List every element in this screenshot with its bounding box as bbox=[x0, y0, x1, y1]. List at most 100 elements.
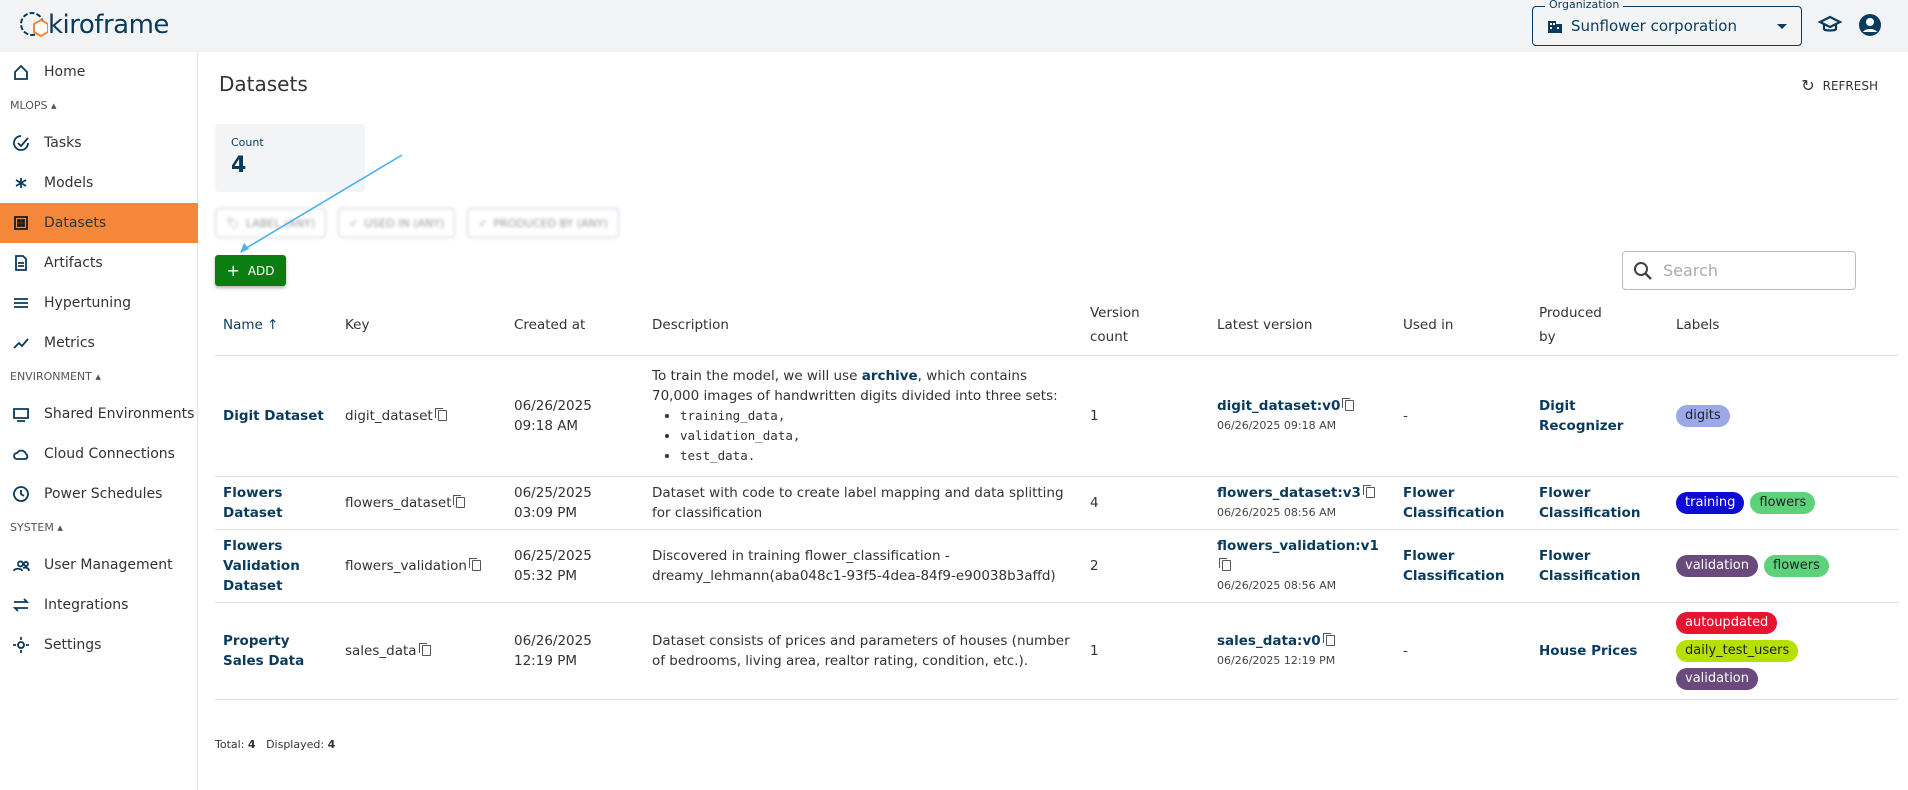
created-date: 06/26/2025 bbox=[514, 632, 592, 649]
latest-version-link[interactable]: flowers_validation:v1 bbox=[1217, 538, 1379, 554]
used-in-link[interactable]: Flower Classification bbox=[1403, 548, 1504, 584]
datasets-icon bbox=[14, 216, 28, 230]
table-row[interactable]: Flowers Dataset flowers_dataset 06/25/2025… bbox=[215, 476, 1898, 530]
search-input[interactable] bbox=[1663, 261, 1843, 280]
sort-asc-icon[interactable]: ↑ bbox=[263, 317, 278, 333]
sidebar-item-cloud-connections[interactable]: Cloud Connections bbox=[0, 434, 198, 474]
produced-by-link[interactable]: Digit Recognizer bbox=[1539, 398, 1623, 434]
dataset-name-link[interactable]: Digit Dataset bbox=[223, 408, 324, 424]
version-count: 1 bbox=[1090, 407, 1099, 424]
integrations-icon bbox=[12, 598, 30, 612]
filter-produced-by[interactable]: ✓ PRODUCED BY (ANY) bbox=[467, 208, 619, 238]
sidebar-section-environment[interactable]: ENVIRONMENT ▴ bbox=[10, 370, 101, 383]
filter-used-in[interactable]: ✓ USED IN (ANY) bbox=[338, 208, 456, 238]
label-badge: training bbox=[1676, 491, 1745, 514]
copy-icon[interactable] bbox=[418, 642, 431, 656]
organization-select[interactable]: Organization Sunflower corporation bbox=[1532, 0, 1802, 46]
produced-by-link[interactable]: Flower Classification bbox=[1539, 485, 1640, 521]
cloud-connections-icon bbox=[13, 449, 29, 460]
sidebar-item-label: Datasets bbox=[44, 215, 107, 231]
copy-icon[interactable] bbox=[1362, 484, 1375, 498]
sidebar-item-label: Shared Environments bbox=[44, 406, 195, 422]
label-badge: validation bbox=[1676, 667, 1759, 690]
dataset-name-link[interactable]: Flowers Validation Dataset bbox=[223, 538, 300, 594]
description-list-item: training_data, bbox=[680, 406, 1074, 426]
latest-version-link[interactable]: sales_data:v0 bbox=[1217, 633, 1321, 649]
sidebar-item-settings[interactable]: Settings bbox=[0, 625, 198, 665]
plus-icon: + bbox=[226, 261, 240, 280]
label-badge: validation bbox=[1676, 554, 1759, 577]
filter-label[interactable]: 🏷 LABEL (ANY) bbox=[215, 208, 327, 238]
latest-version-date: 06/26/2025 08:56 AM bbox=[1217, 505, 1337, 519]
produced-by-link[interactable]: Flower Classification bbox=[1539, 548, 1640, 584]
label-badge: autoupdated bbox=[1676, 611, 1778, 634]
label-badge: flowers bbox=[1750, 491, 1816, 514]
home-icon bbox=[14, 64, 28, 80]
displayed-value: 4 bbox=[327, 738, 336, 751]
table-row[interactable]: Property Sales Data sales_data 06/26/2025 1… bbox=[215, 602, 1898, 700]
dataset-key: flowers_validation bbox=[345, 557, 467, 574]
sidebar-item-label: User Management bbox=[44, 557, 173, 573]
copy-icon[interactable] bbox=[468, 557, 481, 571]
logo[interactable]: kiroframe bbox=[18, 8, 169, 42]
user-management-icon bbox=[13, 560, 30, 572]
column-header-description: Description bbox=[644, 295, 1082, 356]
used-in-link[interactable]: Flower Classification bbox=[1403, 485, 1504, 521]
latest-version-link[interactable]: digit_dataset:v0 bbox=[1217, 398, 1340, 414]
sidebar-item-models[interactable]: Models bbox=[0, 163, 198, 203]
column-header-latest-version: Latest version bbox=[1209, 295, 1395, 356]
sidebar-item-hypertuning[interactable]: Hypertuning bbox=[0, 283, 198, 323]
table-row[interactable]: Flowers Validation Dataset flowers_valida… bbox=[215, 529, 1898, 603]
power-schedules-icon bbox=[13, 486, 29, 502]
column-header-version-count: Version count bbox=[1082, 295, 1209, 356]
description-list-item: test_data. bbox=[680, 446, 1074, 466]
main-content: Datasets ↻ REFRESH Count 4 🏷 LABEL (ANY) ✓… bbox=[198, 52, 1908, 790]
count-label: Count bbox=[231, 136, 264, 149]
sidebar-item-home[interactable]: Home bbox=[0, 52, 198, 92]
search-box[interactable] bbox=[1622, 251, 1856, 290]
sidebar-item-user-management[interactable]: User Management bbox=[0, 545, 198, 585]
sidebar-item-tasks[interactable]: Tasks bbox=[0, 123, 198, 163]
copy-icon[interactable] bbox=[453, 494, 466, 508]
label-badge: daily_test_users bbox=[1676, 639, 1799, 662]
refresh-button[interactable]: ↻ REFRESH bbox=[1801, 76, 1878, 95]
copy-icon[interactable] bbox=[1342, 397, 1355, 411]
column-header-name[interactable]: Name ↑ bbox=[215, 295, 337, 356]
sidebar-item-datasets[interactable]: Datasets bbox=[0, 203, 198, 243]
sidebar-item-metrics[interactable]: Metrics bbox=[0, 323, 198, 363]
hypertuning-icon bbox=[14, 298, 28, 308]
archive-link[interactable]: archive bbox=[862, 368, 918, 384]
sidebar-item-artifacts[interactable]: Artifacts bbox=[0, 243, 198, 283]
latest-version-date: 06/26/2025 08:56 AM bbox=[1217, 578, 1337, 592]
shared-environments-icon bbox=[13, 408, 29, 422]
table-row[interactable]: Digit Dataset digit_dataset 06/26/2025 09:1… bbox=[215, 355, 1898, 477]
created-time: 03:09 PM bbox=[514, 504, 577, 521]
version-count: 2 bbox=[1090, 557, 1099, 574]
sidebar-item-integrations[interactable]: Integrations bbox=[0, 585, 198, 625]
sidebar-section-system[interactable]: SYSTEM ▴ bbox=[10, 521, 63, 534]
account-icon[interactable] bbox=[1858, 13, 1882, 37]
check-circle-icon: ✓ bbox=[349, 216, 359, 230]
top-bar: kiroframe Organization Sunflower corpora… bbox=[0, 0, 1908, 52]
latest-version-link[interactable]: flowers_dataset:v3 bbox=[1217, 485, 1361, 501]
dataset-key: sales_data bbox=[345, 642, 417, 659]
sidebar-item-label: Power Schedules bbox=[44, 486, 163, 502]
created-time: 05:32 PM bbox=[514, 567, 577, 584]
copy-icon[interactable] bbox=[434, 407, 447, 421]
sidebar-item-shared-environments[interactable]: Shared Environments bbox=[0, 394, 198, 434]
produced-by-link[interactable]: House Prices bbox=[1539, 643, 1637, 659]
sidebar-section-mlops[interactable]: MLOPS ▴ bbox=[10, 99, 57, 112]
dataset-name-link[interactable]: Flowers Dataset bbox=[223, 485, 283, 521]
used-in: - bbox=[1403, 642, 1408, 659]
created-date: 06/26/2025 bbox=[514, 397, 592, 414]
copy-icon[interactable] bbox=[1219, 557, 1231, 571]
dataset-name-link[interactable]: Property Sales Data bbox=[223, 633, 304, 669]
copy-icon[interactable] bbox=[1322, 632, 1335, 646]
graduation-cap-icon[interactable] bbox=[1818, 13, 1842, 37]
sidebar: Home MLOPS ▴ Tasks Models Datasets Artifacts H… bbox=[0, 52, 198, 790]
add-button[interactable]: + ADD bbox=[215, 255, 286, 286]
filter-used-in-text: USED IN (ANY) bbox=[364, 216, 445, 230]
sidebar-item-power-schedules[interactable]: Power Schedules bbox=[0, 474, 198, 514]
filters: 🏷 LABEL (ANY) ✓ USED IN (ANY) ✓ PRODUCED BY… bbox=[215, 208, 619, 238]
sidebar-item-label: Metrics bbox=[44, 335, 95, 351]
